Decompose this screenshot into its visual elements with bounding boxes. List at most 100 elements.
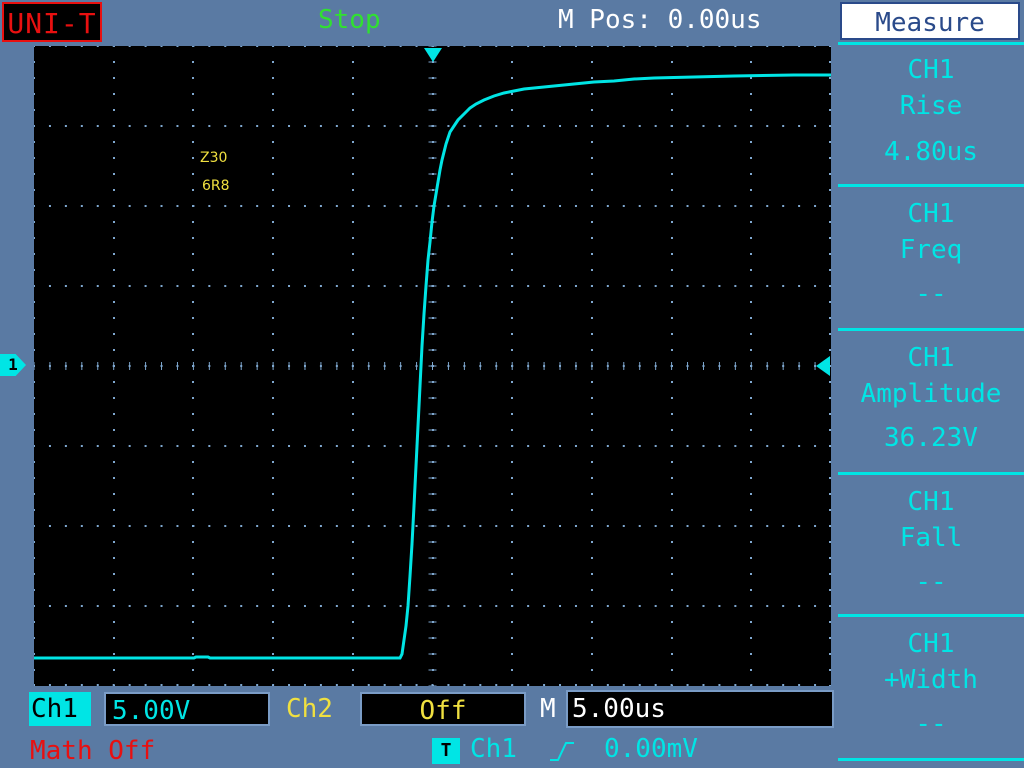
grid-dot xyxy=(96,205,99,207)
grid-dot xyxy=(479,285,482,287)
grid-dot xyxy=(34,684,35,686)
grid-dot xyxy=(750,61,752,63)
grid-dot xyxy=(335,125,338,127)
grid-dot xyxy=(128,445,131,447)
grid-dot xyxy=(479,605,482,607)
grid-dot xyxy=(272,237,274,239)
ch2-status[interactable]: Off xyxy=(360,692,526,726)
grid-dot xyxy=(798,684,801,686)
grid-dot xyxy=(303,125,306,127)
menu-item-ch1-width[interactable]: CH1 +Width -- xyxy=(838,626,1024,742)
grid-dot xyxy=(734,445,737,447)
menu-title[interactable]: Measure xyxy=(840,2,1020,40)
grid-dot xyxy=(128,525,131,527)
grid-dot xyxy=(34,621,35,623)
grid-dot xyxy=(272,77,274,79)
grid-dot xyxy=(718,445,721,447)
grid-dot xyxy=(591,237,593,239)
grid-dot xyxy=(670,684,673,686)
grid-dot xyxy=(352,589,354,591)
grid-dot xyxy=(671,157,673,159)
menu-item-ch1-fall[interactable]: CH1 Fall -- xyxy=(838,484,1024,600)
grid-dot xyxy=(479,445,482,447)
grid-dot xyxy=(559,605,562,607)
grid-dot xyxy=(256,205,259,207)
grid-dot xyxy=(718,525,721,527)
grid-dot xyxy=(495,46,498,47)
grid-dot xyxy=(34,189,35,191)
grid-dot xyxy=(590,445,593,447)
grid-dot xyxy=(622,525,625,527)
grid-dot xyxy=(671,333,673,335)
grid-dot xyxy=(750,221,752,223)
menu-item-channel: CH1 xyxy=(907,55,955,85)
grid-dot xyxy=(272,541,274,543)
grid-dot xyxy=(495,205,498,207)
menu-item-ch1-freq[interactable]: CH1 Freq -- xyxy=(838,196,1024,312)
trigger-source[interactable]: Ch1 xyxy=(470,732,517,766)
ch1-volts-per-div[interactable]: 5.00V xyxy=(104,692,270,726)
grid-dot xyxy=(559,525,562,527)
grid-dot xyxy=(192,46,195,47)
grid-dot xyxy=(192,173,194,175)
grid-dot xyxy=(829,381,831,383)
grid-dot xyxy=(272,637,274,639)
grid-dot xyxy=(34,253,35,255)
grid-dot xyxy=(511,157,513,159)
grid-dot xyxy=(34,557,35,559)
grid-dot xyxy=(208,605,211,607)
grid-dot xyxy=(48,285,51,287)
grid-dot xyxy=(383,125,386,127)
grid-dot xyxy=(303,46,306,47)
grid-dot xyxy=(734,205,737,207)
grid-dot xyxy=(591,349,593,351)
grid-dot xyxy=(272,445,275,447)
grid-dot xyxy=(272,173,274,175)
grid-dot xyxy=(591,557,593,559)
grid-dot xyxy=(192,333,194,335)
grid-dot xyxy=(511,653,513,655)
grid-dot xyxy=(671,173,673,175)
menu-item-ch1-rise[interactable]: CH1 Rise 4.80us xyxy=(838,52,1024,170)
menu-item-ch1-amplitude[interactable]: CH1 Amplitude 36.23V xyxy=(838,340,1024,456)
grid-dot xyxy=(574,205,577,207)
grid-dot xyxy=(511,285,514,287)
ch1-label[interactable]: Ch1 xyxy=(29,692,91,726)
grid-dot xyxy=(814,684,817,686)
grid-dot xyxy=(383,445,386,447)
grid-dot xyxy=(750,77,752,79)
grid-dot xyxy=(399,605,402,607)
grid-dot xyxy=(96,46,99,47)
grid-dot xyxy=(192,381,194,383)
grid-dot xyxy=(527,445,530,447)
grid-dot xyxy=(335,605,338,607)
trigger-level[interactable]: 0.00mV xyxy=(604,732,698,766)
grid-dot xyxy=(590,605,593,607)
grid-dot xyxy=(734,605,737,607)
grid-dot xyxy=(335,525,338,527)
grid-dot xyxy=(511,109,513,111)
grid-dot xyxy=(591,413,593,415)
ch2-label[interactable]: Ch2 xyxy=(286,692,333,726)
grid-dot xyxy=(670,445,673,447)
grid-dot xyxy=(782,205,785,207)
grid-dot xyxy=(671,301,673,303)
grid-dot xyxy=(80,445,83,447)
grid-dot xyxy=(734,46,737,47)
grid-dot xyxy=(479,46,482,47)
grid-dot xyxy=(734,125,737,127)
grid-dot xyxy=(591,509,593,511)
math-status[interactable]: Math Off xyxy=(30,734,155,768)
grid-dot xyxy=(750,349,752,351)
grid-dot xyxy=(240,205,243,207)
grid-dot xyxy=(224,125,227,127)
grid-dot xyxy=(144,605,147,607)
menu-item-value: 4.80us xyxy=(884,137,978,167)
menu-item-channel: CH1 xyxy=(907,629,955,659)
grid-dot xyxy=(622,684,625,686)
grid-dot xyxy=(34,445,35,447)
grid-dot xyxy=(367,525,370,527)
grid-dot xyxy=(224,684,227,686)
ch1-offset-marker[interactable]: 1 xyxy=(0,354,26,376)
timebase-value[interactable]: 5.00us xyxy=(566,690,834,728)
